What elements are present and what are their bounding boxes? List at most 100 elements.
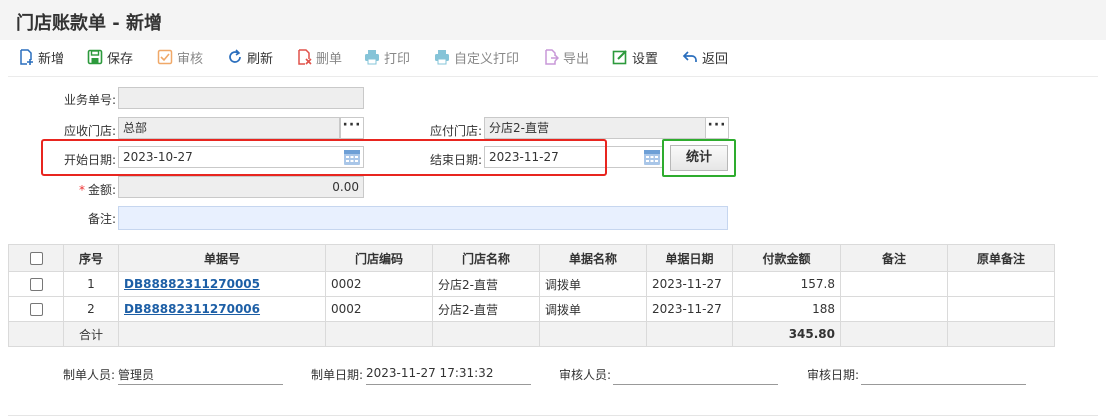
cell-doc-no: DB88882311270006 [118,296,326,322]
recv-store-field[interactable]: 总部 [118,117,340,139]
cell-doc-no: DB88882311270005 [118,271,326,297]
print-label: 打印 [384,51,411,67]
recv-store-label: 应收门店: [63,124,116,138]
delete-label: 删单 [316,51,343,67]
make-date-value: 2023-11-27 17:31:32 [366,366,531,385]
maker-label: 制单人员: [63,368,116,382]
new-button[interactable]: 新增 [18,47,64,67]
biz-no-field[interactable] [118,87,364,109]
cell-amount: 188 [732,296,841,322]
pay-store-field[interactable]: 分店2-直营 [484,117,706,139]
table-row[interactable]: 2 DB88882311270006 0002 分店2-直营 调拨单 2023-… [8,296,1055,322]
col-header-doc-no: 单据号 [118,244,326,272]
window-titlebar: 门店账款单 - 新增 [0,0,1106,41]
maker-value: 管理员 [118,366,283,385]
total-blank-cell [8,321,64,347]
delete-doc-icon [298,49,312,65]
select-all-checkbox[interactable] [29,252,43,265]
total-blank-cell [539,321,647,347]
pay-store-picker-button[interactable]: ··· [705,117,729,139]
audit-check-icon [157,49,173,65]
col-header-amount: 付款金额 [732,244,841,272]
doc-no-link[interactable]: DB88882311270006 [124,302,260,316]
total-blank-cell [118,321,326,347]
save-button[interactable]: 保存 [87,47,133,67]
col-header-doc-name: 单据名称 [539,244,647,272]
cell-seq: 1 [63,271,119,297]
amount-field[interactable]: 0.00 [118,176,364,198]
total-label: 合计 [63,321,119,347]
cell-doc-date: 2023-11-27 [646,271,733,297]
make-date-label: 制单日期: [311,368,364,382]
printer-icon [435,50,449,65]
back-label: 返回 [702,51,729,67]
pay-store-label: 应付门店: [429,124,482,138]
col-header-store-code: 门店编码 [325,244,433,272]
remark-label: 备注: [87,212,116,226]
total-blank-cell [325,321,433,347]
settings-label: 设置 [632,51,659,67]
doc-no-link[interactable]: DB88882311270005 [124,277,260,291]
save-icon [87,49,103,65]
col-header-orig-remark: 原单备注 [947,244,1055,272]
remark-field[interactable] [118,206,728,230]
auditor-value [613,366,778,385]
auditor-label: 审核人员: [559,368,612,382]
total-blank-cell [432,321,540,347]
row-checkbox-cell[interactable] [8,271,64,297]
cell-store-name: 分店2-直营 [432,296,540,322]
recv-store-picker-button[interactable]: ··· [340,117,364,139]
row-checkbox[interactable] [29,278,43,291]
col-header-store-name: 门店名称 [432,244,540,272]
page-title: 门店账款单 - 新增 [16,13,163,34]
detail-table: 序号 单据号 门店编码 门店名称 单据名称 单据日期 付款金额 备注 原单备注 … [8,244,1055,347]
refresh-button[interactable]: 刷新 [227,47,273,67]
back-button[interactable]: 返回 [682,47,728,67]
amount-label: * 金额: [56,181,116,198]
calendar-icon[interactable] [642,147,662,167]
cell-store-name: 分店2-直营 [432,271,540,297]
cell-store-code: 0002 [325,296,433,322]
table-header-row: 序号 单据号 门店编码 门店名称 单据名称 单据日期 付款金额 备注 原单备注 [8,244,1055,272]
custom-print-label: 自定义打印 [454,51,520,67]
toolbar: 新增 保存 审核 刷新 删单 打印 自定义打印 导出 设置 返回 [0,40,1106,74]
row-checkbox[interactable] [29,303,43,316]
biz-no-label: 业务单号: [63,93,116,107]
total-amount: 345.80 [732,321,841,347]
edit-settings-icon [612,50,627,65]
audit-date-label: 审核日期: [807,368,860,382]
audit-date-value [861,366,1026,385]
settings-button[interactable]: 设置 [612,47,658,67]
export-button[interactable]: 导出 [543,47,589,67]
cell-seq: 2 [63,296,119,322]
new-doc-icon [20,49,33,65]
custom-print-button[interactable]: 自定义打印 [434,47,519,67]
cell-remark[interactable] [840,296,948,322]
stat-button[interactable]: 统计 [670,145,728,171]
back-arrow-icon [682,51,697,62]
cell-remark[interactable] [840,271,948,297]
printer-icon [365,50,379,65]
toolbar-divider [8,76,1098,77]
cell-doc-name: 调拨单 [539,296,647,322]
amount-label-text: 金额: [87,183,116,197]
print-button[interactable]: 打印 [364,47,410,67]
cell-doc-name: 调拨单 [539,271,647,297]
audit-button[interactable]: 审核 [157,47,203,67]
export-icon [545,49,559,65]
row-checkbox-cell[interactable] [8,296,64,322]
cell-orig-remark [947,271,1055,297]
cell-store-code: 0002 [325,271,433,297]
delete-button[interactable]: 删单 [296,47,342,67]
bottom-divider [8,415,1098,416]
date-range-highlight-box [41,139,607,176]
table-row[interactable]: 1 DB88882311270005 0002 分店2-直营 调拨单 2023-… [8,271,1055,297]
cell-amount: 157.8 [732,271,841,297]
select-all-checkbox-cell[interactable] [8,244,64,272]
table-total-row: 合计 345.80 [8,321,1055,347]
audit-label: 审核 [177,51,204,67]
export-label: 导出 [563,51,590,67]
col-header-remark: 备注 [840,244,948,272]
cell-doc-date: 2023-11-27 [646,296,733,322]
refresh-icon [229,49,241,63]
